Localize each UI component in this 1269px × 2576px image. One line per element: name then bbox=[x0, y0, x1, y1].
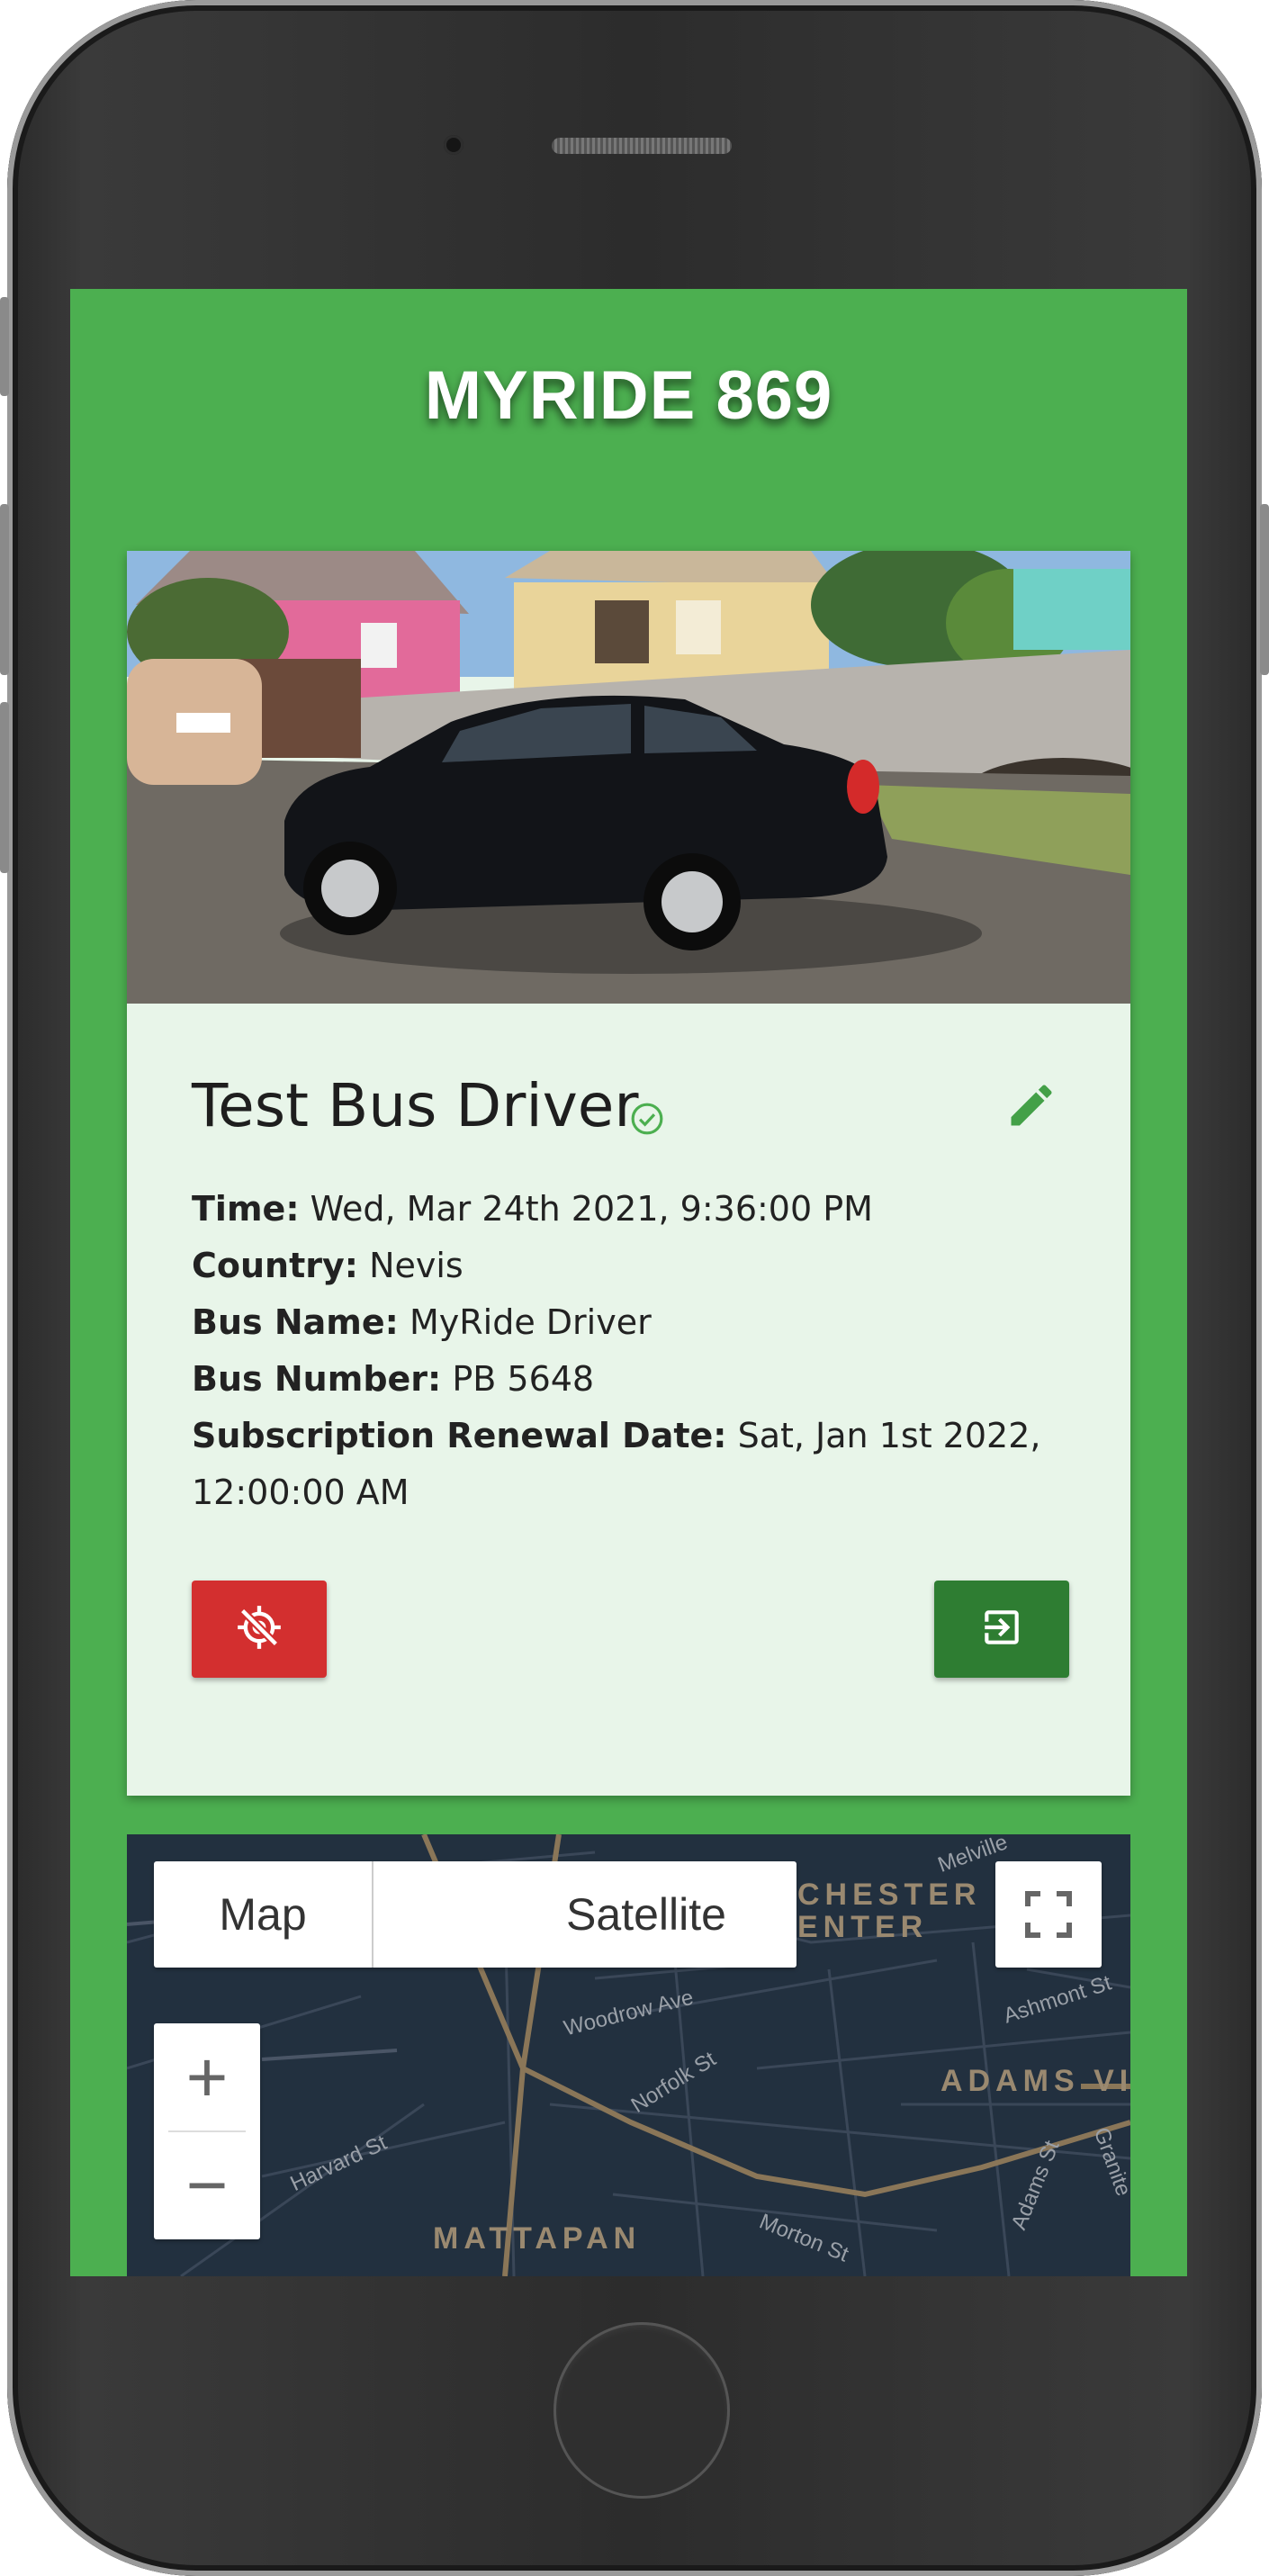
exit-to-app-icon bbox=[979, 1605, 1024, 1653]
info-row-bus-name: Bus Name: MyRide Driver bbox=[192, 1294, 1092, 1351]
map-type-map-button[interactable]: Map bbox=[154, 1861, 374, 1968]
location-off-icon bbox=[236, 1604, 283, 1654]
phone-volume-down-button bbox=[0, 702, 9, 873]
info-label: Bus Number: bbox=[192, 1359, 442, 1399]
info-value: PB 5648 bbox=[452, 1359, 595, 1399]
info-row-bus-number: Bus Number: PB 5648 bbox=[192, 1351, 1092, 1408]
phone-power-button bbox=[1260, 504, 1269, 675]
info-label: Country: bbox=[192, 1246, 358, 1285]
map-type-control: Map Satellite bbox=[154, 1861, 796, 1968]
info-value: Nevis bbox=[369, 1246, 464, 1285]
info-value: MyRide Driver bbox=[409, 1302, 652, 1342]
zoom-out-button[interactable]: − bbox=[154, 2131, 260, 2239]
verified-check-icon bbox=[630, 1102, 664, 1139]
phone-volume-up-button bbox=[0, 504, 9, 675]
info-label: Time: bbox=[192, 1189, 300, 1229]
info-row-subscription-renewal: Subscription Renewal Date: Sat, Jan 1st … bbox=[192, 1408, 1092, 1521]
map-view[interactable]: CHESTER ENTER ADAMS VI MATTAPAN Woodrow … bbox=[127, 1834, 1130, 2276]
front-camera bbox=[444, 135, 464, 155]
app-title: MYRIDE 869 bbox=[424, 357, 833, 434]
zoom-control: + − bbox=[154, 2023, 260, 2239]
home-button[interactable] bbox=[554, 2322, 730, 2499]
map-area-label: CHESTER bbox=[797, 1878, 982, 1912]
info-row-country: Country: Nevis bbox=[192, 1238, 1092, 1294]
map-type-satellite-button[interactable]: Satellite bbox=[496, 1861, 796, 1968]
map-area-label: ENTER bbox=[797, 1910, 929, 1944]
fullscreen-button[interactable] bbox=[995, 1861, 1102, 1968]
driver-name: Test Bus Driver bbox=[192, 1071, 639, 1140]
info-label: Bus Name: bbox=[192, 1302, 399, 1342]
edit-pencil-icon[interactable] bbox=[1004, 1078, 1058, 1136]
info-row-time: Time: Wed, Mar 24th 2021, 9:36:00 PM bbox=[192, 1181, 1092, 1238]
app-screen: MYRIDE 869 Test Bus Driver Time: Wed, Ma… bbox=[70, 289, 1187, 2276]
info-value: Wed, Mar 24th 2021, 9:36:00 PM bbox=[310, 1189, 873, 1229]
map-type-spacer bbox=[374, 1861, 496, 1968]
fullscreen-icon bbox=[1025, 1891, 1072, 1938]
map-area-label: MATTAPAN bbox=[433, 2221, 642, 2256]
driver-info-list: Time: Wed, Mar 24th 2021, 9:36:00 PM Cou… bbox=[192, 1181, 1092, 1521]
info-label: Subscription Renewal Date: bbox=[192, 1416, 727, 1455]
logout-button[interactable] bbox=[934, 1581, 1069, 1678]
driver-card: Test Bus Driver Time: Wed, Mar 24th 2021… bbox=[127, 551, 1130, 1796]
zoom-in-button[interactable]: + bbox=[154, 2023, 260, 2131]
bus-photo bbox=[127, 551, 1130, 1004]
earpiece-speaker bbox=[552, 138, 732, 154]
map-area-label: ADAMS VI bbox=[940, 2064, 1130, 2098]
phone-side-button bbox=[0, 297, 9, 396]
stop-tracking-button[interactable] bbox=[192, 1581, 327, 1678]
